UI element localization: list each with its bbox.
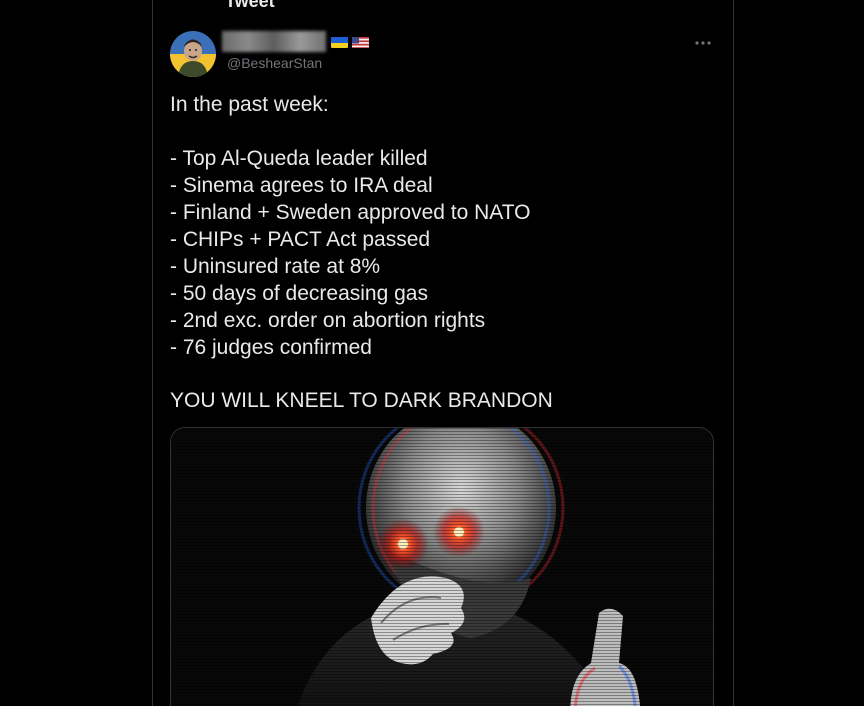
tweet-list-item: - 76 judges confirmed	[170, 336, 372, 359]
avatar[interactable]	[170, 31, 216, 77]
tweet-column: Tweet @BeshearStan In the past week: - T…	[152, 0, 734, 706]
tweet-list-item: - CHIPs + PACT Act passed	[170, 228, 431, 251]
ukraine-flag-icon	[331, 36, 348, 48]
tweet-list-item: - Finland + Sweden approved to NATO	[170, 201, 531, 224]
us-flag-icon	[352, 36, 369, 48]
tweet-closing-line: YOU WILL KNEEL TO DARK BRANDON	[170, 389, 553, 412]
tweet-list-item: - Uninsured rate at 8%	[170, 255, 381, 278]
dark-brandon-image	[171, 428, 713, 706]
page-title: Tweet	[225, 0, 275, 11]
author-name-redacted[interactable]	[222, 31, 326, 52]
more-options-icon[interactable]	[693, 33, 713, 53]
tweet-list-item: - Top Al-Queda leader killed	[170, 147, 428, 170]
page: Tweet @BeshearStan In the past week: - T…	[0, 0, 864, 706]
author-handle[interactable]: @BeshearStan	[227, 55, 322, 71]
avatar-image	[170, 31, 216, 77]
tweet-list-item: - Sinema agrees to IRA deal	[170, 174, 433, 197]
tweet-list-item: - 2nd exc. order on abortion rights	[170, 309, 486, 332]
tweet-list-item: - 50 days of decreasing gas	[170, 282, 428, 305]
tweet-image[interactable]	[170, 427, 714, 706]
tweet-intro: In the past week:	[170, 93, 329, 116]
author-flags	[331, 36, 369, 48]
